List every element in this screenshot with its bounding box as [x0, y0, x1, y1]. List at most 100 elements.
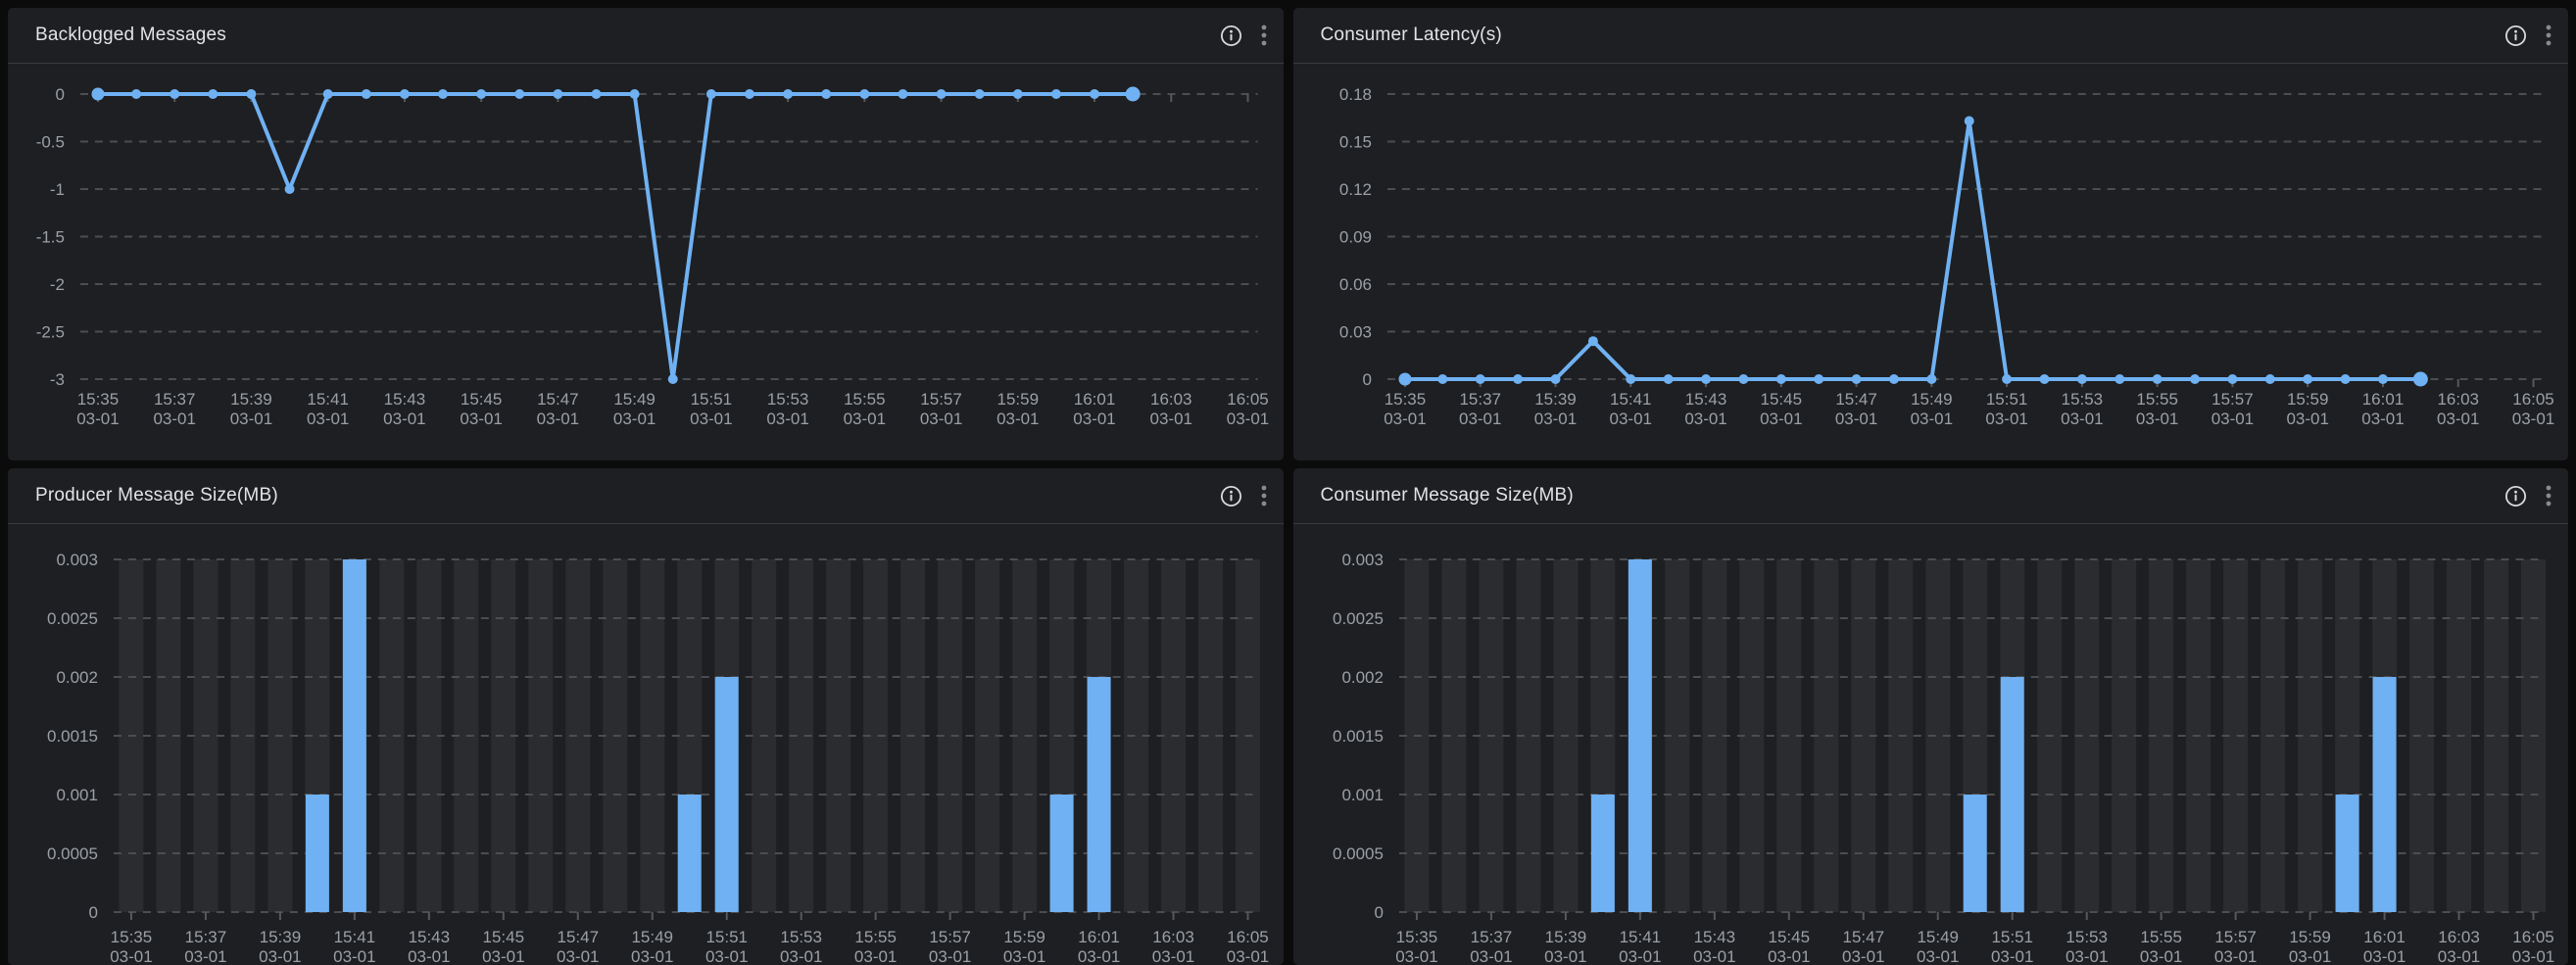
data-point[interactable] — [592, 89, 602, 99]
bar[interactable] — [2000, 677, 2023, 912]
data-point[interactable] — [2412, 372, 2427, 387]
data-point[interactable] — [1475, 374, 1484, 384]
data-point[interactable] — [668, 374, 678, 384]
bar[interactable] — [2372, 677, 2396, 912]
data-point[interactable] — [131, 89, 141, 99]
x-tick-label-time: 16:05 — [1227, 390, 1269, 409]
x-tick-label-time: 16:03 — [2437, 390, 2479, 409]
data-point[interactable] — [745, 89, 754, 99]
data-point[interactable] — [783, 89, 793, 99]
x-tick-label-time: 15:45 — [483, 928, 525, 946]
data-point[interactable] — [1437, 374, 1447, 384]
data-point[interactable] — [246, 89, 256, 99]
chart-consumer-message-size[interactable]: 0.0030.00250.0020.00150.0010.0005015:350… — [1293, 468, 2569, 965]
x-tick-label-time: 15:41 — [1610, 390, 1652, 409]
data-point[interactable] — [1587, 336, 1597, 346]
data-point[interactable] — [476, 89, 486, 99]
data-point[interactable] — [2039, 374, 2049, 384]
y-tick-label: 0.18 — [1338, 85, 1371, 104]
x-tick-label-date: 03-01 — [2362, 947, 2405, 965]
data-point[interactable] — [553, 89, 562, 99]
bar[interactable] — [2335, 795, 2358, 912]
y-tick-label: 0.03 — [1338, 322, 1371, 341]
data-point[interactable] — [1090, 89, 1099, 99]
bar[interactable] — [343, 559, 366, 912]
data-point[interactable] — [859, 89, 869, 99]
info-icon[interactable] — [2503, 483, 2529, 509]
bar[interactable] — [1088, 677, 1111, 912]
data-point[interactable] — [2152, 374, 2162, 384]
kebab-menu-icon[interactable] — [1258, 22, 1270, 49]
data-point[interactable] — [1398, 373, 1411, 386]
data-point[interactable] — [2303, 374, 2312, 384]
data-point[interactable] — [1013, 89, 1023, 99]
data-point[interactable] — [1701, 374, 1711, 384]
data-point[interactable] — [1550, 374, 1560, 384]
kebab-menu-icon[interactable] — [1258, 482, 1270, 509]
data-point[interactable] — [1926, 374, 1936, 384]
data-point[interactable] — [706, 89, 716, 99]
data-point[interactable] — [1626, 374, 1635, 384]
data-point[interactable] — [1663, 374, 1673, 384]
data-point[interactable] — [630, 89, 640, 99]
data-point[interactable] — [2114, 374, 2124, 384]
info-icon[interactable] — [2503, 23, 2529, 49]
data-point[interactable] — [821, 89, 831, 99]
x-tick-label-date: 03-01 — [333, 947, 375, 965]
bar[interactable] — [1963, 795, 1986, 912]
chart-producer-message-size[interactable]: 0.0030.00250.0020.00150.0010.0005015:350… — [8, 468, 1284, 965]
x-tick-label-date: 03-01 — [1470, 947, 1512, 965]
data-point[interactable] — [1051, 89, 1061, 99]
kebab-menu-icon[interactable] — [2543, 482, 2554, 509]
info-icon[interactable] — [1218, 23, 1244, 49]
data-point[interactable] — [1851, 374, 1861, 384]
x-tick-label-date: 03-01 — [1619, 947, 1661, 965]
bar[interactable] — [715, 677, 739, 912]
data-point[interactable] — [2002, 374, 2012, 384]
x-tick-label-date: 03-01 — [184, 947, 226, 965]
x-tick-label-date: 03-01 — [230, 410, 272, 428]
data-point[interactable] — [1126, 87, 1141, 102]
x-tick-label-time: 15:47 — [1835, 390, 1877, 409]
bar[interactable] — [1628, 559, 1651, 912]
bar[interactable] — [306, 795, 329, 912]
data-point[interactable] — [170, 89, 179, 99]
chart-backlogged-messages[interactable]: 0-0.5-1-1.5-2-2.5-315:3503-0115:3703-011… — [8, 8, 1284, 460]
data-point[interactable] — [1738, 374, 1748, 384]
data-point[interactable] — [975, 89, 985, 99]
bar[interactable] — [678, 795, 702, 912]
data-point[interactable] — [1775, 374, 1785, 384]
x-tick-label-time: 16:03 — [2438, 928, 2480, 946]
panel-header: Producer Message Size(MB) — [8, 468, 1284, 524]
data-point[interactable] — [1964, 116, 1973, 125]
data-point[interactable] — [285, 184, 295, 194]
data-point[interactable] — [1814, 374, 1823, 384]
info-icon[interactable] — [1218, 483, 1244, 509]
x-tick-label-date: 03-01 — [2288, 947, 2330, 965]
data-point[interactable] — [323, 89, 333, 99]
chart-consumer-latency[interactable]: 0.180.150.120.090.060.03015:3503-0115:37… — [1293, 8, 2569, 460]
data-point[interactable] — [438, 89, 448, 99]
data-point[interactable] — [514, 89, 524, 99]
data-point[interactable] — [2377, 374, 2387, 384]
data-point[interactable] — [2340, 374, 2350, 384]
bar[interactable] — [1590, 795, 1614, 912]
x-tick-label-date: 03-01 — [2511, 410, 2553, 428]
bar[interactable] — [1050, 795, 1074, 912]
x-tick-label-date: 03-01 — [2361, 410, 2404, 428]
data-point[interactable] — [2264, 374, 2274, 384]
data-point[interactable] — [400, 89, 410, 99]
x-tick-label-date: 03-01 — [1760, 410, 1802, 428]
data-point[interactable] — [208, 89, 218, 99]
data-point[interactable] — [362, 89, 371, 99]
data-point[interactable] — [2190, 374, 2200, 384]
data-point[interactable] — [1888, 374, 1898, 384]
data-point[interactable] — [91, 88, 104, 101]
data-point[interactable] — [937, 89, 947, 99]
data-point[interactable] — [898, 89, 907, 99]
data-point[interactable] — [1513, 374, 1523, 384]
y-tick-label: 0 — [1374, 903, 1383, 922]
kebab-menu-icon[interactable] — [2543, 22, 2554, 49]
data-point[interactable] — [2076, 374, 2086, 384]
data-point[interactable] — [2227, 374, 2237, 384]
